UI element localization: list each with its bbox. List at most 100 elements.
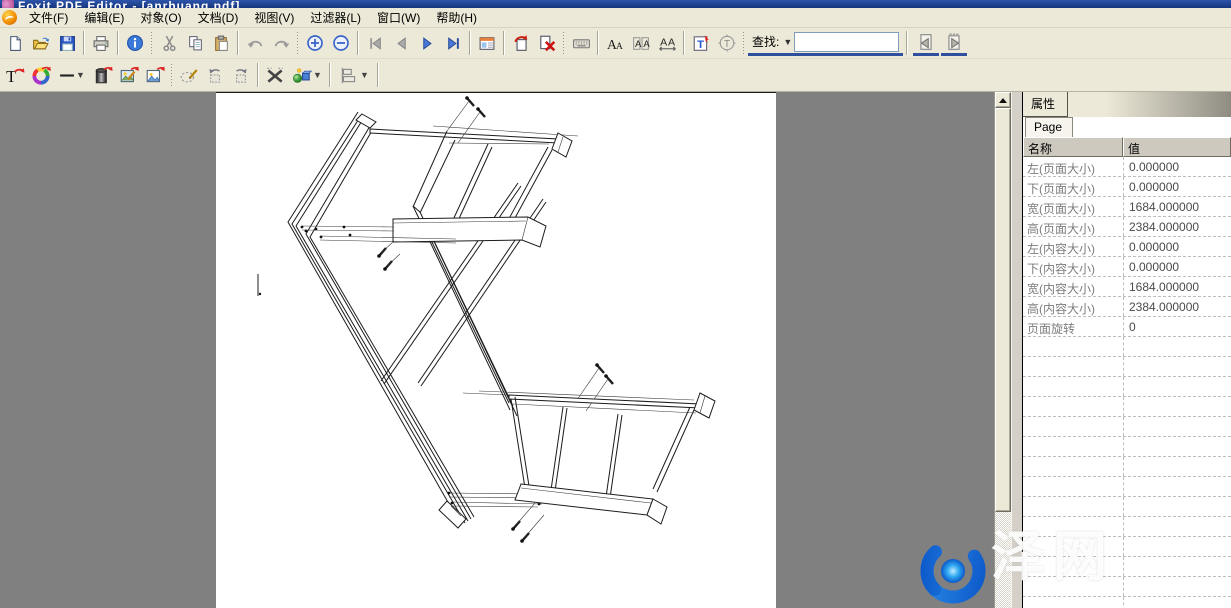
select-object-button[interactable] — [176, 62, 202, 88]
property-row[interactable]: 左(页面大小)0.000000 — [1023, 157, 1231, 177]
property-row[interactable]: 页面旋转0 — [1023, 317, 1231, 337]
pdf-page[interactable] — [216, 92, 776, 608]
property-row-empty — [1023, 477, 1231, 497]
new-document-button[interactable] — [2, 30, 28, 56]
rotate-page-button[interactable] — [508, 30, 534, 56]
paste-icon — [213, 35, 230, 52]
rotate-object-right-button[interactable] — [228, 62, 254, 88]
property-row[interactable]: 高(页面大小)2384.000000 — [1023, 217, 1231, 237]
document-info-button[interactable] — [122, 30, 148, 56]
property-value: 1684.000000 — [1123, 197, 1231, 216]
font-width-icon: AA — [658, 35, 677, 52]
zoom-out-button[interactable] — [328, 30, 354, 56]
svg-text:T: T — [6, 67, 16, 85]
virtual-keyboard-button[interactable] — [568, 30, 594, 56]
properties-table-body: 左(页面大小)0.000000下(页面大小)0.000000宽(页面大小)168… — [1023, 157, 1231, 608]
scroll-up-button[interactable] — [995, 92, 1011, 108]
align-objects-button[interactable]: ▼ — [334, 62, 374, 88]
add-text-button[interactable]: T — [688, 30, 714, 56]
next-page-button[interactable] — [414, 30, 440, 56]
property-name — [1023, 597, 1123, 608]
vertical-scrollbar[interactable] — [994, 92, 1011, 608]
find-history-dropdown[interactable]: ▼ — [781, 33, 794, 51]
property-row-empty — [1023, 537, 1231, 557]
property-row-empty — [1023, 357, 1231, 377]
properties-panel-header: 属性 — [1023, 92, 1231, 117]
paste-button[interactable] — [208, 30, 234, 56]
menu-item-window[interactable]: 窗口(W) — [369, 7, 428, 29]
scrollbar-thumb[interactable] — [995, 108, 1011, 512]
column-header-name[interactable]: 名称 — [1023, 137, 1123, 157]
tab-page[interactable]: Page — [1025, 117, 1073, 137]
menu-item-view[interactable]: 视图(V) — [246, 7, 302, 29]
menu-item-help[interactable]: 帮助(H) — [428, 7, 485, 29]
print-button[interactable] — [88, 30, 114, 56]
font-width-button[interactable]: AA — [654, 30, 680, 56]
main-area: 属性 Page 名称 值 左(页面大小)0.000000下(页面大小)0.000… — [0, 92, 1231, 608]
property-name — [1023, 397, 1123, 416]
menu-item-filter[interactable]: 过滤器(L) — [302, 7, 369, 29]
menu-item-file[interactable]: 文件(F) — [21, 7, 76, 29]
panel-gutter[interactable] — [1011, 92, 1022, 608]
menu-item-document[interactable]: 文档(D) — [190, 7, 247, 29]
property-row[interactable]: 宽(内容大小)1684.000000 — [1023, 277, 1231, 297]
property-row[interactable]: 高(内容大小)2384.000000 — [1023, 297, 1231, 317]
select-object-icon — [179, 66, 199, 85]
find-next-icon — [945, 33, 963, 51]
text-frame-button[interactable]: T — [714, 30, 740, 56]
menu-item-edit[interactable]: 编辑(E) — [76, 7, 132, 29]
rotate-page-icon — [512, 34, 530, 52]
object-color-button[interactable] — [28, 62, 54, 88]
copy-button[interactable] — [182, 30, 208, 56]
property-name — [1023, 497, 1123, 516]
find-input[interactable] — [794, 32, 899, 52]
toolbar-grip — [296, 32, 299, 54]
insert-shape-button[interactable]: ▼ — [288, 62, 326, 88]
column-header-value[interactable]: 值 — [1123, 137, 1231, 157]
zoom-in-button[interactable] — [302, 30, 328, 56]
undo-icon — [246, 35, 265, 52]
replace-image-button[interactable] — [142, 62, 168, 88]
property-name — [1023, 457, 1123, 476]
property-row[interactable]: 宽(页面大小)1684.000000 — [1023, 197, 1231, 217]
font-kerning-button[interactable]: AA — [628, 30, 654, 56]
rotate-object-left-button[interactable] — [202, 62, 228, 88]
find-group: 查找: ▼ — [748, 30, 903, 56]
redo-button[interactable] — [268, 30, 294, 56]
delete-object-button[interactable] — [262, 62, 288, 88]
find-previous-icon — [917, 33, 935, 51]
property-value — [1123, 597, 1231, 608]
svg-text:T: T — [724, 39, 730, 50]
edit-image-button[interactable] — [116, 62, 142, 88]
first-page-button[interactable] — [362, 30, 388, 56]
property-row[interactable]: 左(内容大小)0.000000 — [1023, 237, 1231, 257]
svg-text:A: A — [668, 36, 676, 48]
page-layout-button[interactable] — [474, 30, 500, 56]
cut-button[interactable] — [156, 30, 182, 56]
line-style-button[interactable]: ▼ — [54, 62, 90, 88]
property-row[interactable]: 下(页面大小)0.000000 — [1023, 177, 1231, 197]
find-previous-button[interactable] — [913, 29, 939, 55]
menu-item-object[interactable]: 对象(O) — [132, 7, 189, 29]
font-kerning-icon: AA — [632, 35, 650, 52]
property-value: 2384.000000 — [1123, 297, 1231, 316]
cable-tray-drawing — [216, 93, 774, 607]
font-size-button[interactable]: AA — [602, 30, 628, 56]
open-file-button[interactable] — [28, 30, 54, 56]
toolbar-separator — [503, 31, 505, 55]
property-name — [1023, 437, 1123, 456]
shading-button[interactable] — [90, 62, 116, 88]
property-row-empty — [1023, 497, 1231, 517]
find-next-button[interactable] — [941, 29, 967, 55]
property-name: 页面旋转 — [1023, 317, 1123, 336]
document-menu-icon[interactable] — [2, 10, 17, 25]
delete-page-button[interactable] — [534, 30, 560, 56]
property-name — [1023, 477, 1123, 496]
undo-button[interactable] — [242, 30, 268, 56]
last-page-button[interactable] — [440, 30, 466, 56]
property-row[interactable]: 下(内容大小)0.000000 — [1023, 257, 1231, 277]
line-style-icon — [59, 67, 75, 84]
save-file-button[interactable] — [54, 30, 80, 56]
add-text-object-button[interactable]: T — [2, 62, 28, 88]
previous-page-button[interactable] — [388, 30, 414, 56]
